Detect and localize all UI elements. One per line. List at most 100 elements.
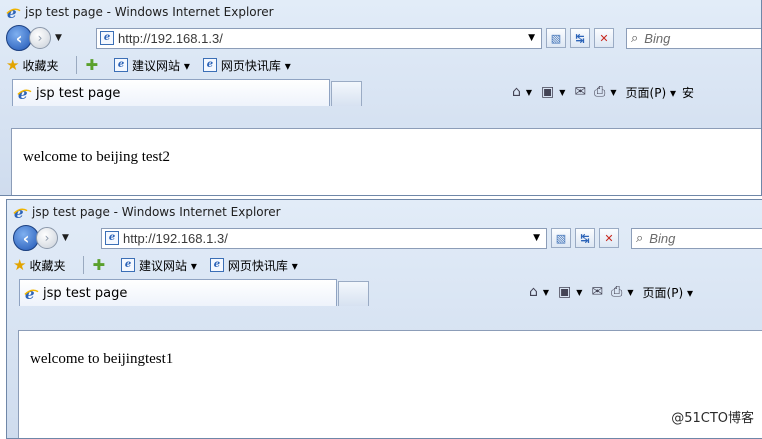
refresh-button[interactable]: ↹ <box>570 28 590 48</box>
stop-button[interactable]: ✕ <box>599 228 619 248</box>
rss-feed-icon[interactable]: ▣ <box>558 284 571 300</box>
favorites-label: 收藏夹 <box>22 58 59 73</box>
forward-arrow-icon: › <box>37 31 43 45</box>
stop-button[interactable]: ✕ <box>594 28 614 48</box>
ie-page-icon: e <box>209 258 224 272</box>
ie-page-icon: e <box>114 58 129 72</box>
recent-pages-dropdown[interactable]: ▼ <box>62 233 69 243</box>
compatibility-view-icon: ▧ <box>550 31 562 45</box>
favorites-label: 收藏夹 <box>29 258 66 273</box>
fav-link-suggested-sites[interactable]: e 建议网站 ▾ <box>111 57 190 74</box>
home-icon[interactable]: ⌂ <box>512 84 521 100</box>
stop-icon: ✕ <box>604 231 614 245</box>
ie-window-2: e jsp test page - Windows Internet Explo… <box>6 199 762 439</box>
tab-row: e jsp test page ⌂ ▼ ▣ ▼ ✉ ⎙ ▼ 页面(P) ▾ 安 <box>0 78 761 106</box>
address-bar[interactable]: e http://192.168.1.3/ ▼ <box>101 227 547 249</box>
print-dropdown-icon[interactable]: ▼ <box>627 288 633 297</box>
page-menu[interactable]: 页面(P) ▾ <box>626 84 676 101</box>
stop-icon: ✕ <box>599 31 609 45</box>
magnifier-icon: ⌕ <box>636 230 644 246</box>
page-content: welcome to beijing test2 <box>11 128 761 195</box>
watermark: @51CTO博客 <box>671 411 754 426</box>
refresh-icon: ↹ <box>580 231 590 245</box>
safety-menu[interactable]: 安 <box>682 84 694 101</box>
page-content: welcome to beijingtest1 <box>18 330 762 438</box>
search-box[interactable]: ⌕ Bing <box>626 27 761 49</box>
ie-page-icon: e <box>121 258 136 272</box>
address-text: http://192.168.1.3/ <box>123 230 228 246</box>
mail-icon[interactable]: ✉ <box>574 84 586 100</box>
search-placeholder: Bing <box>649 230 676 246</box>
command-bar: ⌂ ▼ ▣ ▼ ✉ ⎙ ▼ 页面(P) ▾ <box>525 280 693 304</box>
ie-logo-icon: e <box>6 4 21 22</box>
feeds-dropdown-icon[interactable]: ▼ <box>559 88 565 97</box>
rss-feed-icon[interactable]: ▣ <box>541 84 554 100</box>
print-dropdown-icon[interactable]: ▼ <box>610 88 616 97</box>
favorites-bar: ★ 收藏夹 ✚ e 建议网站 ▾ e 网页快讯库 ▾ <box>0 52 761 78</box>
fav-link-label: 建议网站 ▾ <box>132 58 190 73</box>
compatibility-view-button[interactable]: ▧ <box>546 28 566 48</box>
fav-link-label: 网页快讯库 ▾ <box>227 258 298 273</box>
printer-icon[interactable]: ⎙ <box>611 284 622 300</box>
ie-window-1: e jsp test page - Windows Internet Explo… <box>0 0 762 196</box>
page-body-text: welcome to beijingtest1 <box>30 351 174 367</box>
command-bar: ⌂ ▼ ▣ ▼ ✉ ⎙ ▼ 页面(P) ▾ 安 <box>508 80 694 104</box>
address-dropdown-icon[interactable]: ▼ <box>528 33 535 43</box>
ie-page-icon: e <box>202 58 217 72</box>
mail-icon[interactable]: ✉ <box>591 284 603 300</box>
recent-pages-dropdown[interactable]: ▼ <box>55 33 62 43</box>
ie-logo-icon: e <box>13 204 28 222</box>
search-placeholder: Bing <box>644 30 671 46</box>
new-tab-button[interactable] <box>338 281 369 306</box>
toolbar-separator <box>83 256 85 274</box>
address-dropdown-icon[interactable]: ▼ <box>533 233 540 243</box>
add-favorites-icon: ✚ <box>92 256 106 274</box>
home-dropdown-icon[interactable]: ▼ <box>526 88 532 97</box>
compatibility-view-button[interactable]: ▧ <box>551 228 571 248</box>
add-to-favorites-button[interactable]: ✚ <box>85 56 101 74</box>
window-title: jsp test page - Windows Internet Explore… <box>25 5 274 19</box>
add-favorites-icon: ✚ <box>85 56 99 74</box>
ie-logo-icon: e <box>24 285 39 303</box>
address-bar[interactable]: e http://192.168.1.3/ ▼ <box>96 27 542 49</box>
fav-link-web-slice-gallery[interactable]: e 网页快讯库 ▾ <box>200 57 291 74</box>
search-box[interactable]: ⌕ Bing <box>631 227 762 249</box>
refresh-button[interactable]: ↹ <box>575 228 595 248</box>
navigation-bar: ‹ › ▼ e http://192.168.1.3/ ▼ ▧ ↹ ✕ ⌕ Bi… <box>0 24 761 52</box>
compatibility-view-icon: ▧ <box>555 231 567 245</box>
feeds-dropdown-icon[interactable]: ▼ <box>576 288 582 297</box>
page-icon: e <box>105 231 119 245</box>
tab-jsp-test-page[interactable]: e jsp test page <box>19 279 337 306</box>
favorites-button[interactable]: ★ 收藏夹 <box>6 56 58 74</box>
tab-title: jsp test page <box>36 85 121 101</box>
fav-link-label: 网页快讯库 ▾ <box>220 58 291 73</box>
home-dropdown-icon[interactable]: ▼ <box>543 288 549 297</box>
forward-button[interactable]: › <box>29 27 51 49</box>
page-menu[interactable]: 页面(P) ▾ <box>643 284 693 301</box>
forward-button[interactable]: › <box>36 227 58 249</box>
page-body-text: welcome to beijing test2 <box>23 149 171 165</box>
window-title: jsp test page - Windows Internet Explore… <box>32 205 281 219</box>
fav-link-web-slice-gallery[interactable]: e 网页快讯库 ▾ <box>207 257 298 274</box>
favorites-bar: ★ 收藏夹 ✚ e 建议网站 ▾ e 网页快讯库 ▾ <box>7 252 762 278</box>
back-arrow-icon: ‹ <box>15 28 23 48</box>
printer-icon[interactable]: ⎙ <box>594 84 605 100</box>
title-bar: e jsp test page - Windows Internet Explo… <box>7 200 762 224</box>
fav-link-label: 建议网站 ▾ <box>139 258 197 273</box>
ie-logo-icon: e <box>17 85 32 103</box>
toolbar-separator <box>76 56 78 74</box>
tab-row: e jsp test page ⌂ ▼ ▣ ▼ ✉ ⎙ ▼ 页面(P) ▾ <box>7 278 762 306</box>
star-icon: ★ <box>13 256 27 274</box>
favorites-button[interactable]: ★ 收藏夹 <box>13 256 65 274</box>
fav-link-suggested-sites[interactable]: e 建议网站 ▾ <box>118 257 197 274</box>
new-tab-button[interactable] <box>331 81 362 106</box>
title-bar: e jsp test page - Windows Internet Explo… <box>0 0 761 24</box>
address-text: http://192.168.1.3/ <box>118 30 223 46</box>
forward-arrow-icon: › <box>44 231 50 245</box>
add-to-favorites-button[interactable]: ✚ <box>92 256 108 274</box>
home-icon[interactable]: ⌂ <box>529 284 538 300</box>
tab-title: jsp test page <box>43 285 128 301</box>
star-icon: ★ <box>6 56 20 74</box>
navigation-bar: ‹ › ▼ e http://192.168.1.3/ ▼ ▧ ↹ ✕ ⌕ Bi… <box>7 224 762 252</box>
tab-jsp-test-page[interactable]: e jsp test page <box>12 79 330 106</box>
